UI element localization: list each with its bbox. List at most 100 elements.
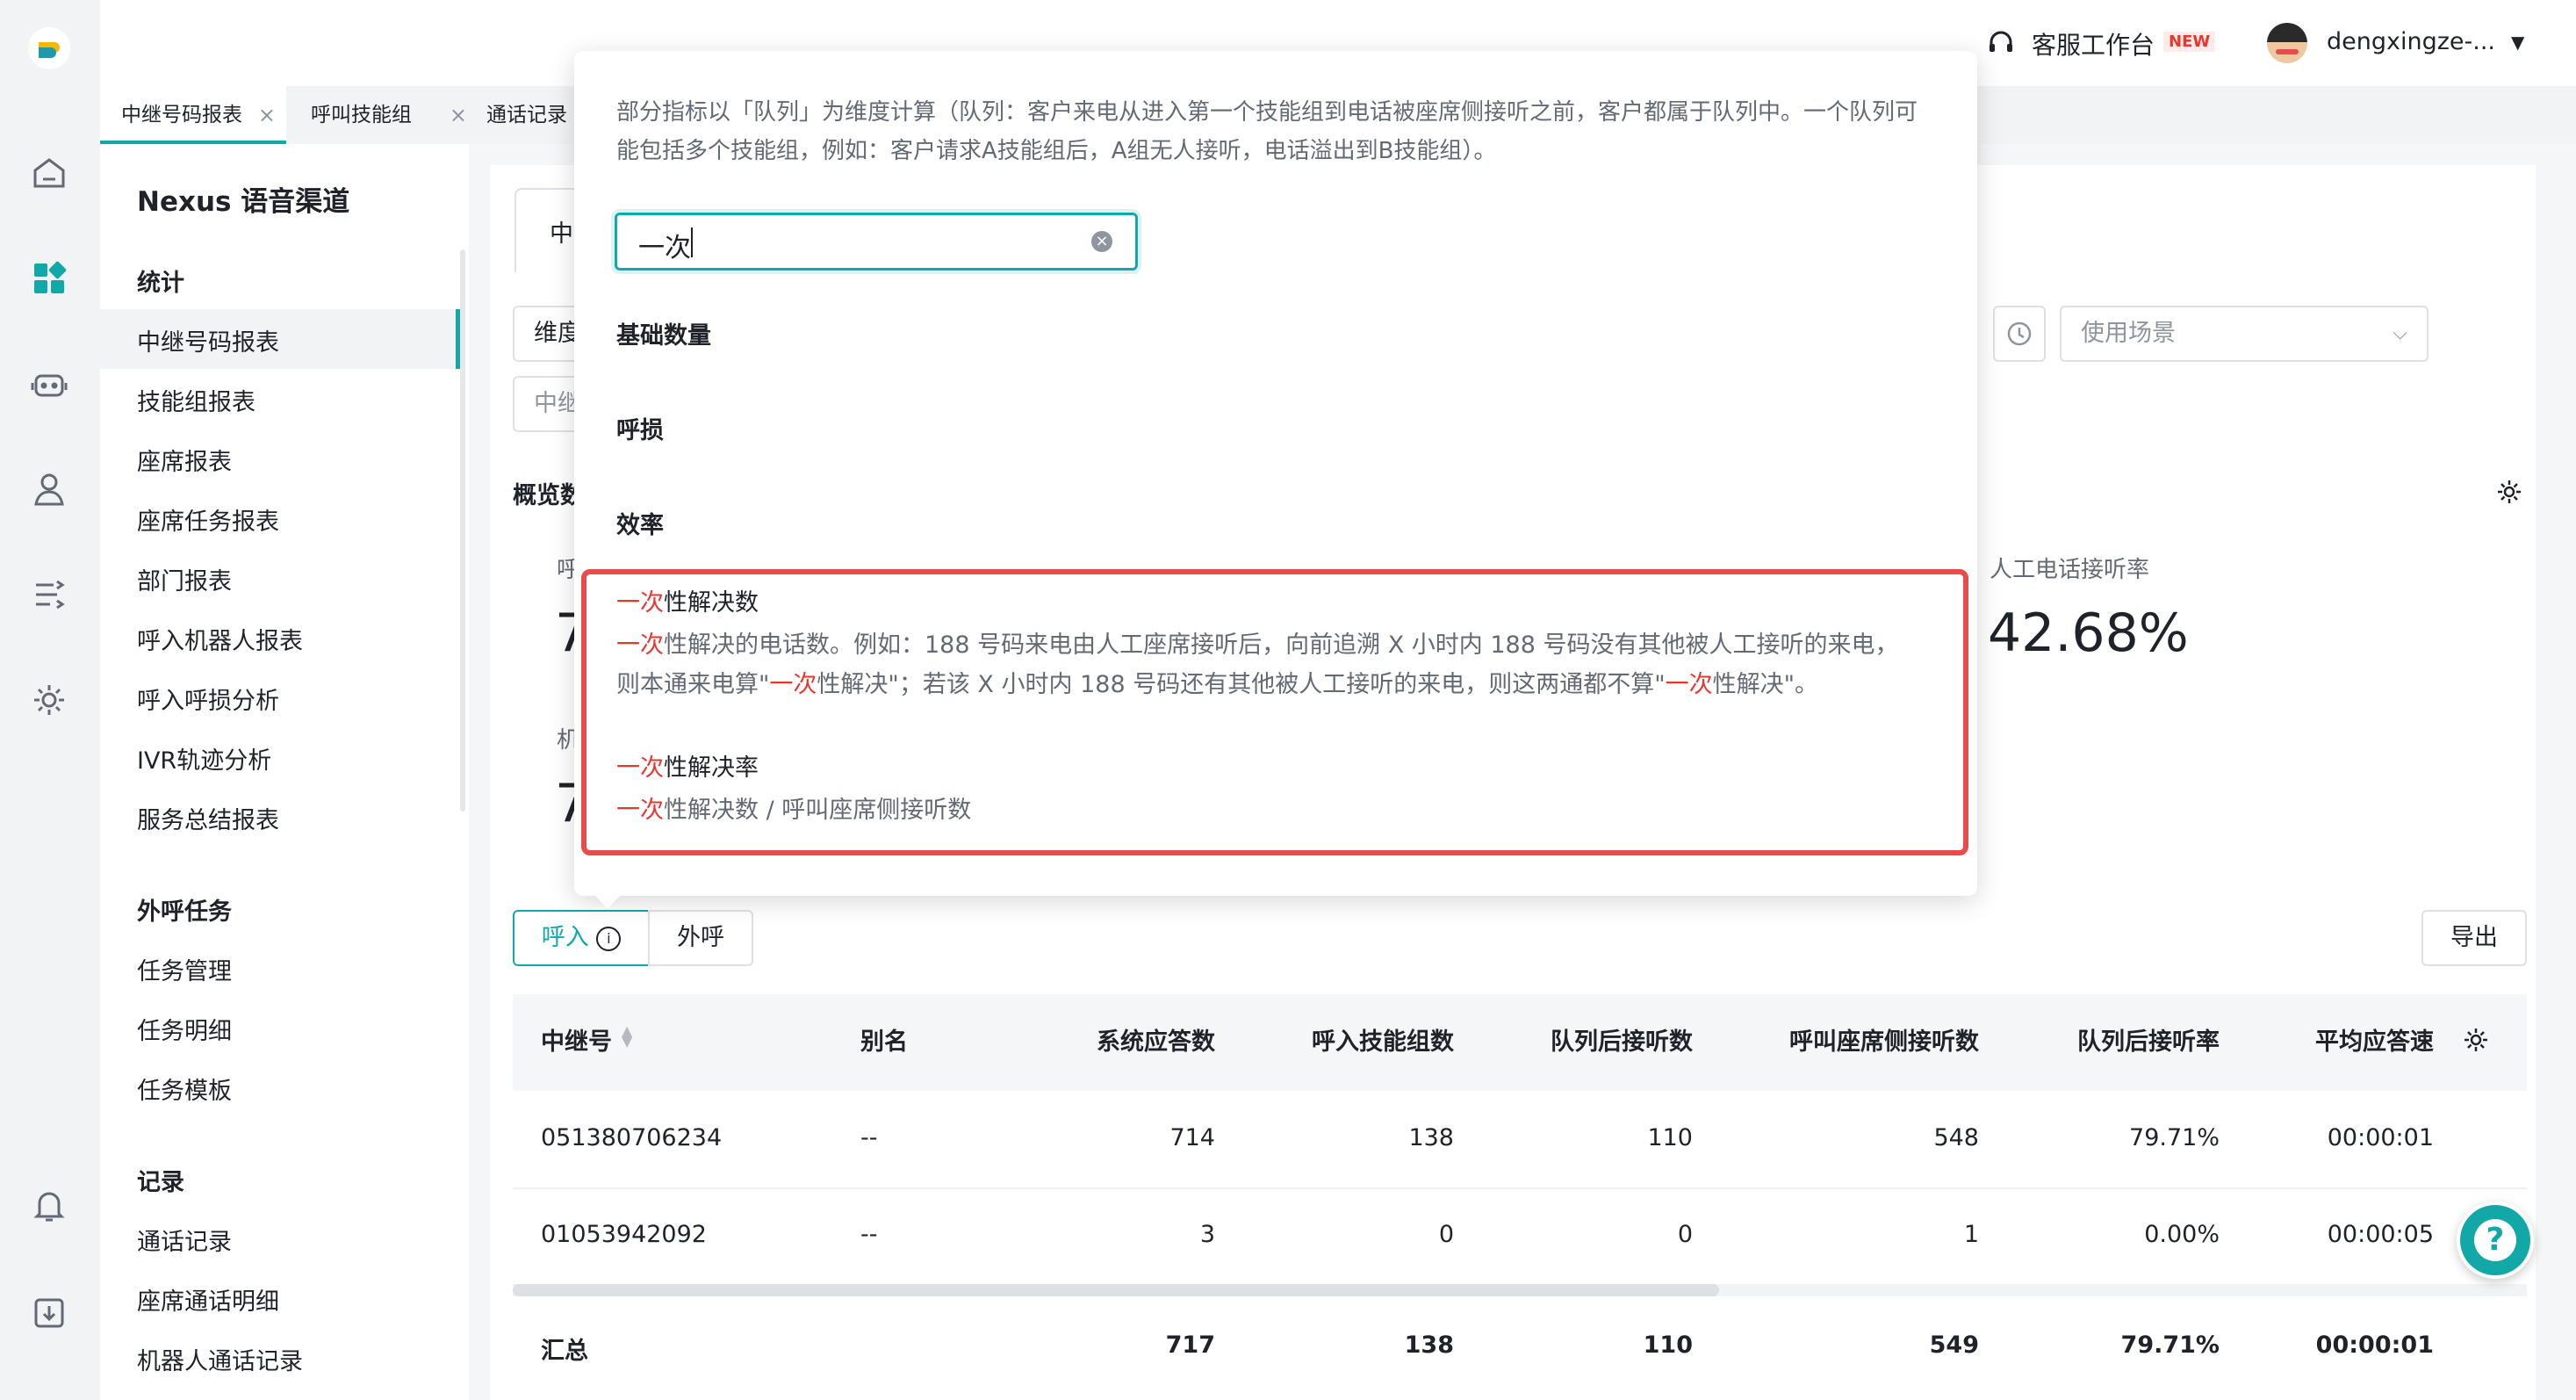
settings-icon[interactable] xyxy=(27,678,71,722)
text-caret xyxy=(691,227,693,257)
download-icon[interactable] xyxy=(27,1291,71,1335)
bell-icon[interactable] xyxy=(27,1184,71,1228)
sidebar-item-robot-call-records[interactable]: 机器人通话记录 xyxy=(137,1342,303,1376)
sidebar-item-task-detail[interactable]: 任务明细 xyxy=(137,1012,232,1046)
app-logo-icon[interactable] xyxy=(27,26,71,70)
metric-search-input[interactable]: 一次 × xyxy=(615,213,1138,271)
cell-skill-groups: 138 xyxy=(1408,1124,1454,1151)
usage-scene-placeholder: 使用场景 xyxy=(2081,320,2176,347)
col-agent-answered: 呼叫座席侧接听数 xyxy=(1789,1028,1979,1056)
user-menu-chevron-icon[interactable]: ▼ xyxy=(2511,32,2524,53)
clear-icon[interactable]: × xyxy=(1091,231,1112,252)
cell-system-answer: 714 xyxy=(1169,1124,1215,1151)
report-inner-tab-label: 中 xyxy=(550,220,573,248)
tab-relay-report[interactable]: 中继号码报表 × xyxy=(100,86,286,144)
total-skill-groups: 138 xyxy=(1404,1331,1454,1359)
col-queue-answered: 队列后接听数 xyxy=(1551,1028,1693,1056)
tab-skill-group[interactable]: 呼叫技能组 × xyxy=(290,86,478,144)
sidebar-item-service-summary[interactable]: 服务总结报表 xyxy=(137,801,279,835)
total-label: 汇总 xyxy=(541,1338,588,1365)
col-system-answer: 系统应答数 xyxy=(1097,1028,1215,1056)
cell-skill-groups: 0 xyxy=(1438,1221,1454,1248)
sidebar-title: Nexus 语音渠道 xyxy=(137,186,350,218)
sidebar-heading-outbound: 外呼任务 xyxy=(137,898,232,926)
new-badge: NEW xyxy=(2163,32,2216,52)
manual-answer-rate-value: 42.68% xyxy=(1988,603,2189,664)
sidebar-item-department-report[interactable]: 部门报表 xyxy=(137,562,232,596)
robot-icon[interactable] xyxy=(27,364,71,408)
export-label: 导出 xyxy=(2450,924,2498,951)
group-call-loss[interactable]: 呼损 xyxy=(616,411,664,445)
sidebar: Nexus 语音渠道 统计 中继号码报表 技能组报表 座席报表 座席任务报表 部… xyxy=(100,144,469,1400)
col-alias: 别名 xyxy=(860,1028,908,1056)
sidebar-scrollbar[interactable] xyxy=(460,249,465,812)
tab-label: 中继号码报表 xyxy=(121,104,242,126)
cell-avg-speed: 00:00:05 xyxy=(2327,1221,2434,1248)
sidebar-heading-stats: 统计 xyxy=(137,270,184,297)
sidebar-item-inbound-robot-report[interactable]: 呼入机器人报表 xyxy=(137,622,303,656)
cell-queue-rate: 79.71% xyxy=(2129,1124,2220,1151)
sidebar-item-call-records[interactable]: 通话记录 xyxy=(137,1223,232,1257)
sidebar-item-agent-task-report[interactable]: 座席任务报表 xyxy=(137,502,279,537)
close-icon[interactable]: × xyxy=(258,86,276,144)
gear-icon[interactable] xyxy=(2495,478,2523,506)
cell-agent-answered: 1 xyxy=(1963,1221,1979,1248)
metric-search-value: 一次 xyxy=(638,233,691,263)
cell-alias: -- xyxy=(860,1221,878,1248)
total-system-answer: 717 xyxy=(1165,1331,1215,1359)
total-avg-speed: 00:00:01 xyxy=(2315,1331,2434,1359)
flow-icon[interactable] xyxy=(27,573,71,617)
popover-description: 部分指标以「队列」为维度计算（队列：客户来电从进入第一个技能组到电话被座席侧接听… xyxy=(616,99,1918,164)
annotation-highlight-box xyxy=(581,569,1968,855)
outbound-toggle-label: 外呼 xyxy=(677,924,724,951)
sidebar-item-task-template[interactable]: 任务模板 xyxy=(137,1072,232,1106)
close-icon[interactable]: × xyxy=(450,86,467,144)
sort-icon[interactable]: ▲ ▼ xyxy=(622,1024,632,1049)
cell-relay: 051380706234 xyxy=(541,1124,723,1151)
sidebar-item-task-management[interactable]: 任务管理 xyxy=(137,952,232,986)
total-agent-answered: 549 xyxy=(1929,1331,1979,1359)
usage-scene-select[interactable]: 使用场景 ⌵ xyxy=(2060,306,2428,362)
horizontal-scrollbar-thumb[interactable] xyxy=(513,1284,1719,1296)
outbound-toggle[interactable]: 外呼 xyxy=(648,910,753,966)
tab-label: 呼叫技能组 xyxy=(311,104,412,126)
cell-alias: -- xyxy=(860,1124,878,1151)
sidebar-item-inbound-loss-analysis[interactable]: 呼入呼损分析 xyxy=(137,682,279,716)
sidebar-heading-records: 记录 xyxy=(137,1169,184,1196)
cell-queue-answered: 0 xyxy=(1677,1221,1693,1248)
inbound-toggle[interactable]: 呼入 i xyxy=(513,910,650,966)
sidebar-item-relay-report[interactable]: 中继号码报表 xyxy=(137,323,279,357)
sidebar-item-agent-call-detail[interactable]: 座席通话明细 xyxy=(137,1282,279,1317)
sidebar-item-ivr-analysis[interactable]: IVR轨迹分析 xyxy=(137,741,271,776)
info-icon[interactable]: i xyxy=(596,926,622,951)
agent-icon[interactable] xyxy=(27,467,71,511)
sidebar-item-agent-report[interactable]: 座席报表 xyxy=(137,443,232,477)
cell-avg-speed: 00:00:01 xyxy=(2327,1124,2434,1151)
tab-label: 通话记录 xyxy=(486,104,567,126)
workspace-link[interactable]: 客服工作台 xyxy=(2032,26,2155,61)
inbound-toggle-label: 呼入 xyxy=(541,924,589,951)
icon-rail xyxy=(0,0,100,1400)
col-queue-answer-rate: 队列后接听率 xyxy=(2077,1028,2220,1056)
sidebar-item-skill-report[interactable]: 技能组报表 xyxy=(137,383,255,417)
group-basic-count[interactable]: 基础数量 xyxy=(616,316,711,350)
col-relay: 中继号 xyxy=(541,1028,612,1056)
group-efficiency[interactable]: 效率 xyxy=(616,506,664,540)
username[interactable]: dengxingze-... xyxy=(2327,28,2495,55)
time-picker[interactable] xyxy=(1993,306,2046,362)
export-button[interactable]: 导出 xyxy=(2421,910,2527,966)
dashboard-icon[interactable] xyxy=(27,256,71,300)
metrics-popover: 部分指标以「队列」为维度计算（队列：客户来电从进入第一个技能组到电话被座席侧接听… xyxy=(574,51,1977,908)
cell-queue-rate: 0.00% xyxy=(2144,1221,2220,1248)
cell-system-answer: 3 xyxy=(1199,1221,1215,1248)
headset-icon[interactable] xyxy=(1986,28,2016,58)
total-queue-rate: 79.71% xyxy=(2120,1331,2220,1359)
column-settings-gear-icon[interactable] xyxy=(2462,1026,2490,1054)
popover-arrow xyxy=(595,896,620,908)
total-queue-answered: 110 xyxy=(1643,1331,1693,1359)
col-inbound-skill-groups: 呼入技能组数 xyxy=(1312,1028,1454,1056)
cell-relay: 01053942092 xyxy=(541,1221,707,1248)
help-button[interactable]: ? xyxy=(2457,1202,2534,1279)
avatar[interactable] xyxy=(2267,23,2307,63)
home-icon[interactable] xyxy=(27,151,71,195)
